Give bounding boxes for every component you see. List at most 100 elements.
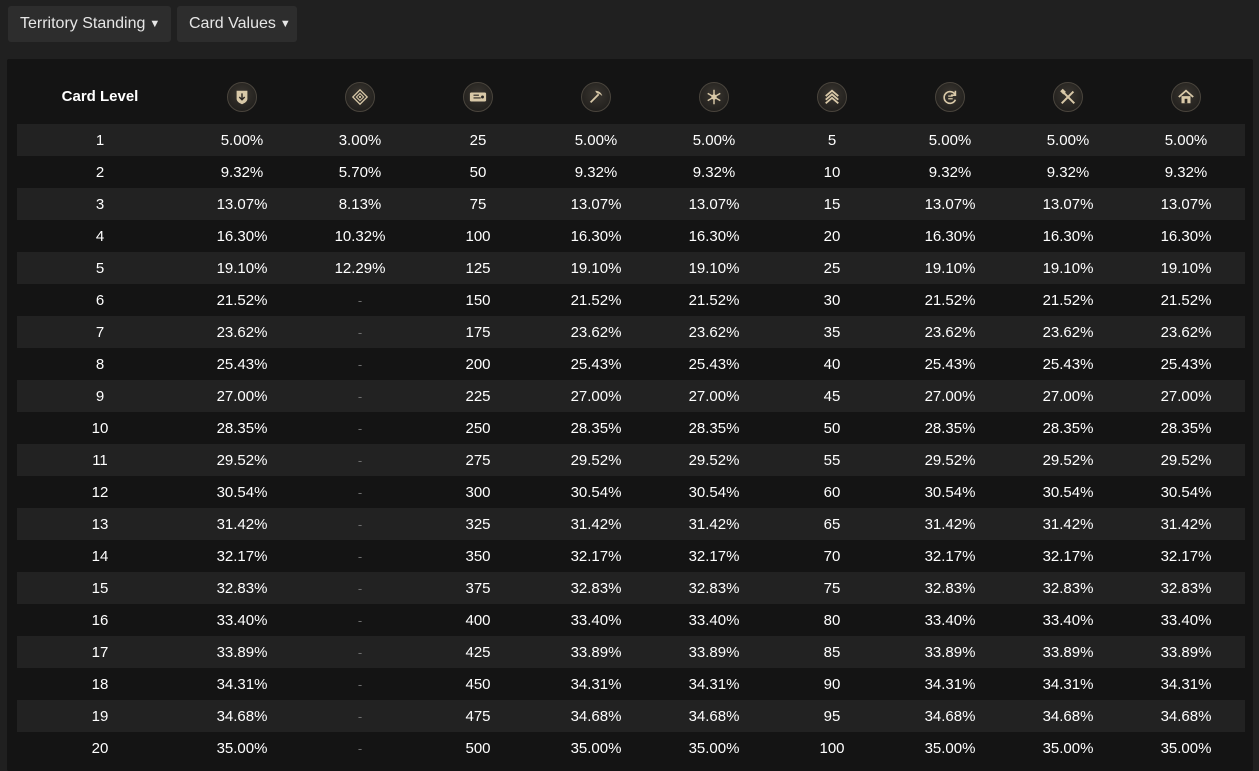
table-row: 13 31.42% - 325 31.42% 31.42% 65 31.42% 31.42% 31… — [17, 508, 1245, 540]
value-cell: 5.00% — [574, 131, 618, 149]
value-cell: 16.30% — [924, 227, 976, 245]
value-cell: 34.68% — [216, 707, 268, 725]
value-cell: 35.00% — [924, 739, 976, 757]
value-cell: - — [357, 324, 363, 340]
table-row: 5 19.10% 12.29% 125 19.10% 19.10% 25 19.10% 19.1… — [17, 252, 1245, 284]
table-row: 6 21.52% - 150 21.52% 21.52% 30 21.52% 21.52% 21.… — [17, 284, 1245, 316]
card-values-dropdown[interactable]: Card Values ▼ — [177, 6, 297, 42]
value-cell: 33.40% — [570, 611, 622, 629]
value-cell: 32.17% — [216, 547, 268, 565]
table-row: 12 30.54% - 300 30.54% 30.54% 60 30.54% 30.54% 30… — [17, 476, 1245, 508]
value-cell: 5.00% — [1046, 131, 1090, 149]
value-cell: 33.89% — [570, 643, 622, 661]
value-cell: 35.00% — [1042, 739, 1094, 757]
value-cell: 13.07% — [216, 195, 268, 213]
value-cell: 29.52% — [216, 451, 268, 469]
card-level-cell: 2 — [95, 163, 105, 181]
value-cell: 19.10% — [1042, 259, 1094, 277]
ticket-icon — [463, 81, 493, 112]
value-cell: 25.43% — [216, 355, 268, 373]
value-cell: 13.07% — [688, 195, 740, 213]
value-cell: 450 — [465, 675, 491, 693]
value-cell: 9.32% — [692, 163, 736, 181]
value-cell: 250 — [465, 419, 491, 437]
value-cell: 10.32% — [334, 227, 386, 245]
value-cell: 25 — [823, 259, 841, 277]
table-row: 16 33.40% - 400 33.40% 33.40% 80 33.40% 33.40% 33… — [17, 604, 1245, 636]
value-cell: 29.52% — [570, 451, 622, 469]
card-values-label: Card Values — [189, 15, 276, 32]
value-cell: 5 — [827, 131, 837, 149]
value-cell: 30.54% — [688, 483, 740, 501]
caret-down-icon: ▼ — [279, 18, 291, 30]
value-cell: 16.30% — [1160, 227, 1212, 245]
card-level-cell: 13 — [91, 515, 109, 533]
value-cell: 34.31% — [924, 675, 976, 693]
card-level-cell: 8 — [95, 355, 105, 373]
value-cell: 80 — [823, 611, 841, 629]
value-cell: 350 — [465, 547, 491, 565]
value-cell: 25.43% — [1042, 355, 1094, 373]
house-icon — [1171, 81, 1201, 112]
card-level-cell: 12 — [91, 483, 109, 501]
value-cell: 16.30% — [1042, 227, 1094, 245]
value-cell: - — [357, 452, 363, 468]
value-cell: 95 — [823, 707, 841, 725]
value-cell: 9.32% — [928, 163, 972, 181]
value-cell: 34.31% — [688, 675, 740, 693]
value-cell: - — [357, 292, 363, 308]
value-cell: 35.00% — [216, 739, 268, 757]
value-cell: 33.40% — [1160, 611, 1212, 629]
value-cell: 475 — [465, 707, 491, 725]
value-cell: 15 — [823, 195, 841, 213]
value-cell: 500 — [465, 739, 491, 757]
value-cell: 34.31% — [570, 675, 622, 693]
value-cell: 33.89% — [216, 643, 268, 661]
value-cell: 34.68% — [688, 707, 740, 725]
value-cell: 13.07% — [1160, 195, 1212, 213]
value-cell: 21.52% — [1042, 291, 1094, 309]
value-cell: 30.54% — [1042, 483, 1094, 501]
value-cell: 13.07% — [570, 195, 622, 213]
value-cell: 12.29% — [334, 259, 386, 277]
value-cell: 28.35% — [1160, 419, 1212, 437]
value-cell: 100 — [465, 227, 491, 245]
value-cell: 45 — [823, 387, 841, 405]
value-cell: 34.31% — [1160, 675, 1212, 693]
value-cell: 29.52% — [1042, 451, 1094, 469]
toolbar: Territory Standing ▼ Card Values ▼ — [0, 0, 1259, 56]
territory-standing-dropdown[interactable]: Territory Standing ▼ — [8, 6, 171, 42]
value-cell: 5.00% — [1164, 131, 1208, 149]
value-cell: 33.40% — [924, 611, 976, 629]
value-cell: 23.62% — [924, 323, 976, 341]
value-cell: 32.83% — [924, 579, 976, 597]
value-cell: 16.30% — [570, 227, 622, 245]
value-cell: 425 — [465, 643, 491, 661]
value-cell: 75 — [823, 579, 841, 597]
value-cell: 3.00% — [338, 131, 382, 149]
table-row: 19 34.68% - 475 34.68% 34.68% 95 34.68% 34.68% 34… — [17, 700, 1245, 732]
value-cell: 5.00% — [220, 131, 264, 149]
card-values-panel: Card Level 1 5.00% 3.00% 25 5.00% 5.00% … — [7, 59, 1253, 771]
value-cell: 29.52% — [688, 451, 740, 469]
value-cell: 30.54% — [1160, 483, 1212, 501]
table-body: 1 5.00% 3.00% 25 5.00% 5.00% 5 5.00% 5.00% 5.00% 2… — [17, 124, 1245, 764]
value-cell: 100 — [819, 739, 845, 757]
value-cell: 300 — [465, 483, 491, 501]
value-cell: 19.10% — [216, 259, 268, 277]
value-cell: 5.00% — [692, 131, 736, 149]
value-cell: 5.00% — [928, 131, 972, 149]
value-cell: 33.40% — [216, 611, 268, 629]
card-level-cell: 6 — [95, 291, 105, 309]
value-cell: 31.42% — [924, 515, 976, 533]
value-cell: - — [357, 388, 363, 404]
value-cell: 19.10% — [1160, 259, 1212, 277]
card-level-cell: 3 — [95, 195, 105, 213]
table-row: 4 16.30% 10.32% 100 16.30% 16.30% 20 16.30% 16.3… — [17, 220, 1245, 252]
value-cell: 27.00% — [1160, 387, 1212, 405]
value-cell: 30 — [823, 291, 841, 309]
value-cell: 8.13% — [338, 195, 382, 213]
pickaxe-icon — [581, 81, 611, 112]
card-level-cell: 10 — [91, 419, 109, 437]
value-cell: 25.43% — [1160, 355, 1212, 373]
